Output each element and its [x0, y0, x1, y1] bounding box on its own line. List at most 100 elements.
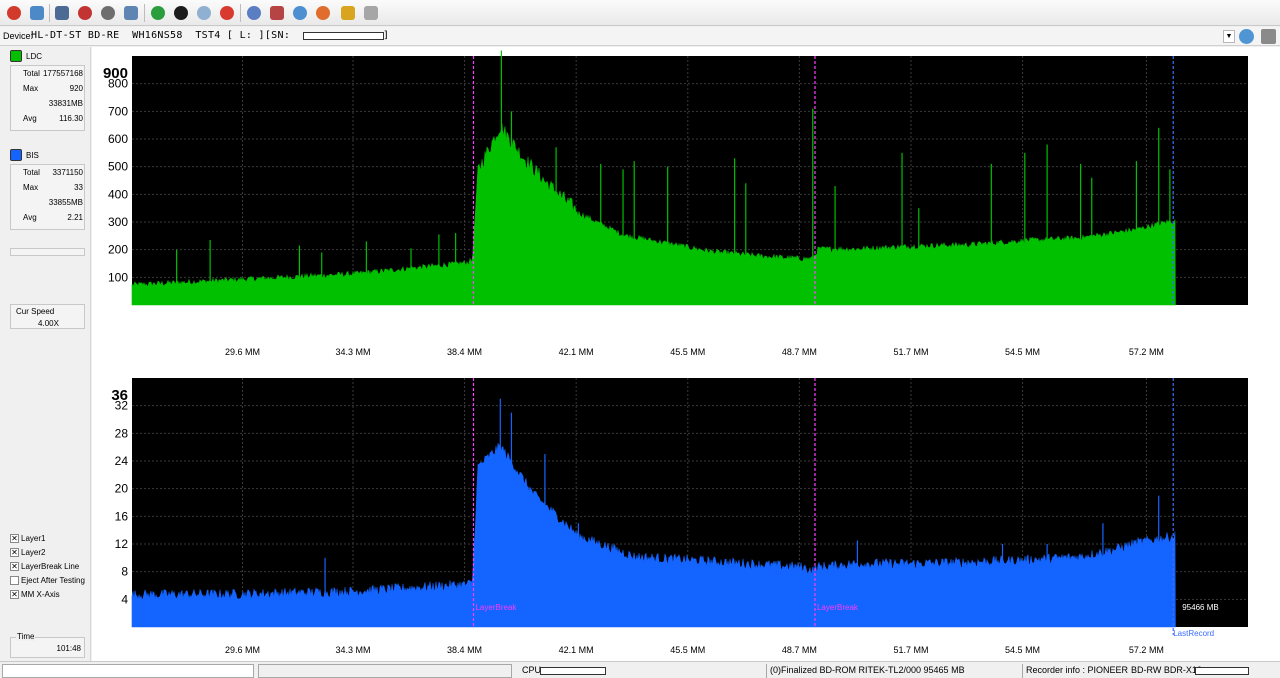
ldc-mb-row: 33831MB: [11, 98, 86, 110]
status-progress-pane: [258, 664, 512, 678]
charts-svg: 10020030040050060070080090029.6 MM 34.3 M…: [103, 50, 1248, 655]
stat-key: Max: [23, 183, 39, 192]
ldc-total-row: Total 177557168: [11, 68, 86, 80]
device-bar: Device: HL-DT-ST BD-RE WH16NS58 TST4 [ L…: [0, 27, 1280, 46]
x-tick-label: 51.7 MM: [893, 347, 928, 357]
check-icon[interactable]: [194, 3, 214, 23]
drive-info-icon[interactable]: [52, 3, 72, 23]
x-tick-label: 29.6 MM: [225, 347, 260, 357]
bis-mb-row: 33855MB: [11, 197, 86, 209]
recorder-info: Recorder info : PIONEER: [1026, 665, 1129, 675]
bis-mb-value: 33855MB: [48, 198, 83, 207]
bis-avg-row: Avg 2.21: [11, 212, 86, 224]
power-icon[interactable]: [4, 3, 24, 23]
stop-icon[interactable]: [217, 3, 237, 23]
disc-grey-icon[interactable]: [98, 3, 118, 23]
progress-box: [10, 248, 85, 256]
stat-key: Total: [23, 168, 40, 177]
x-tick-label: 38.4 MM: [447, 645, 482, 655]
last-record-label: LastRecord: [1173, 629, 1214, 638]
device-value-end: ]: [383, 30, 390, 41]
stat-key: Total: [23, 69, 40, 78]
y-tick-label: 20: [115, 482, 129, 496]
stat-key: Max: [23, 84, 39, 93]
bis-color-swatch: [10, 149, 22, 161]
ldc-avg-value: 116.30: [59, 114, 83, 123]
option-label: Layer1: [21, 534, 46, 543]
y-tick-label: 700: [108, 104, 128, 118]
stat-key: Avg: [23, 114, 37, 123]
toolbar-separator: [144, 4, 145, 22]
disc-size-label: 95466 MB: [1182, 603, 1218, 612]
y-tick-label: 200: [108, 243, 128, 257]
ldc-stats: Total 177557168 Max 920 33831MB Avg 116.…: [10, 65, 85, 131]
y-tick-label: 16: [115, 509, 129, 523]
y-tick-label: 8: [121, 565, 128, 579]
y-tick-label: 400: [108, 187, 128, 201]
x-tick-label: 45.5 MM: [670, 347, 705, 357]
recorder-model: BD-RW BDR-X12: [1131, 665, 1202, 675]
recorder-meter: [1195, 667, 1249, 675]
y-tick-label: 500: [108, 160, 128, 174]
chart-icon[interactable]: [338, 3, 358, 23]
checkbox-mm-x-axis[interactable]: ✕: [10, 590, 19, 599]
y-tick-label: 24: [115, 454, 129, 468]
blank-disc-icon[interactable]: [244, 3, 264, 23]
checkbox-eject-after-testing[interactable]: [10, 576, 19, 585]
x-tick-label: 38.4 MM: [447, 347, 482, 357]
burn-icon[interactable]: [313, 3, 333, 23]
checkbox-layer2[interactable]: ✕: [10, 548, 19, 557]
sidebar: LDC Total 177557168 Max 920 33831MB Avg …: [0, 47, 91, 661]
x-tick-label: 51.7 MM: [893, 645, 928, 655]
device-select[interactable]: HL-DT-ST BD-RE WH16NS58 TST4 [ L: ][SN:: [31, 30, 290, 41]
serial-number-field: [303, 32, 384, 40]
bis-total-row: Total 3371150: [11, 167, 86, 179]
eject-icon[interactable]: [1239, 29, 1254, 44]
y-max-label: 36: [111, 387, 128, 404]
save-icon[interactable]: [361, 3, 381, 23]
y-tick-label: 28: [115, 426, 129, 440]
x-tick-label: 48.7 MM: [782, 347, 817, 357]
refresh-icon[interactable]: [148, 3, 168, 23]
x-tick-label: 45.5 MM: [670, 645, 705, 655]
x-tick-label: 42.1 MM: [559, 347, 594, 357]
ldc-label: LDC: [26, 52, 43, 61]
layer-break-label: LayerBreak: [475, 603, 517, 612]
options-icon[interactable]: [27, 3, 47, 23]
bis-total-value: 3371150: [52, 168, 83, 177]
ldc-max-value: 920: [69, 84, 83, 93]
x-tick-label: 54.5 MM: [1005, 347, 1040, 357]
time-value: 101:48: [56, 644, 81, 653]
copy-icon[interactable]: [290, 3, 310, 23]
ldc-avg-row: Avg 116.30: [11, 113, 86, 125]
x-tick-label: 57.2 MM: [1129, 347, 1164, 357]
y-tick-label: 4: [121, 592, 128, 606]
ldc-color-swatch: [10, 50, 22, 62]
y-tick-label: 300: [108, 215, 128, 229]
option-label: Eject After Testing: [21, 576, 85, 585]
chevron-down-icon[interactable]: ▼: [1223, 30, 1235, 43]
x-tick-label: 54.5 MM: [1005, 645, 1040, 655]
disc-info: (0)Finalized BD-ROM RITEK-TL2/000 95465 …: [770, 665, 965, 675]
start-icon[interactable]: [171, 3, 191, 23]
y-tick-label: 12: [115, 537, 129, 551]
cpu-meter: [540, 667, 606, 675]
erase-icon[interactable]: [267, 3, 287, 23]
checkbox-layer1[interactable]: ✕: [10, 534, 19, 543]
option-label: LayerBreak Line: [21, 562, 80, 571]
cur-speed-box: Cur Speed 4.00X: [10, 304, 85, 329]
export-icon[interactable]: [121, 3, 141, 23]
time-label: Time: [16, 632, 36, 641]
bis-avg-value: 2.21: [67, 213, 83, 222]
checkbox-layerbreak-line[interactable]: ✕: [10, 562, 19, 571]
y-tick-label: 100: [108, 270, 128, 284]
x-tick-label: 42.1 MM: [559, 645, 594, 655]
bis-max-value: 33: [74, 183, 83, 192]
x-tick-label: 48.7 MM: [782, 645, 817, 655]
ldc-mb-value: 33831MB: [48, 99, 83, 108]
disc-red-icon[interactable]: [75, 3, 95, 23]
device-save-icon[interactable]: [1261, 29, 1276, 44]
time-box: Time 101:48: [10, 632, 85, 658]
toolbar: [0, 0, 1280, 26]
status-bar: CPU: (0)Finalized BD-ROM RITEK-TL2/000 9…: [0, 661, 1280, 678]
